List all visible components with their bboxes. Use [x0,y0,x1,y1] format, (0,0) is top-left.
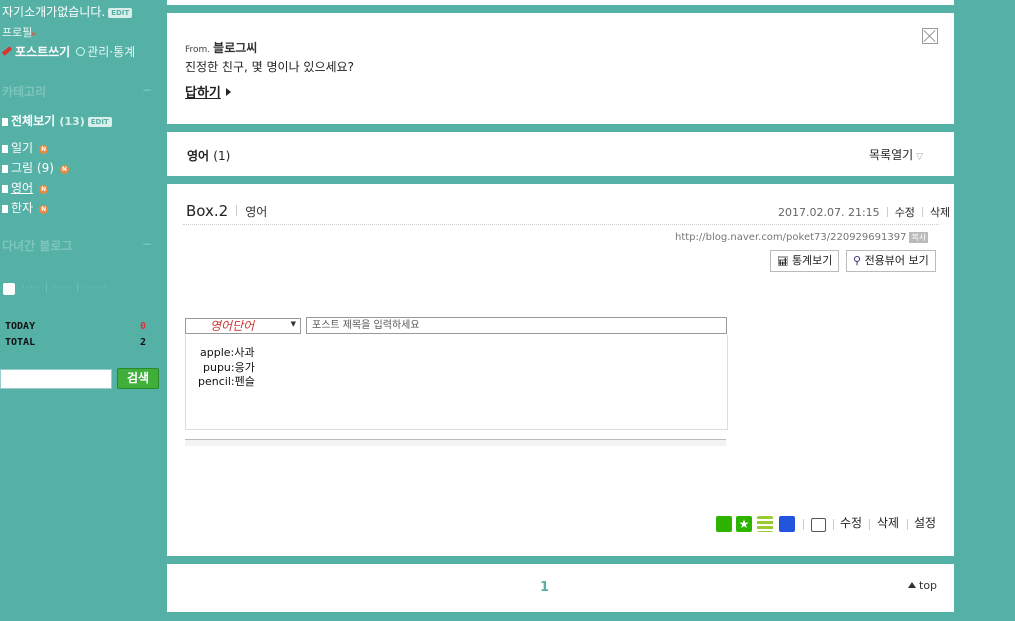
question-text: 진정한 친구, 몇 명이나 있으세요? [185,60,354,74]
list-open-button[interactable]: 목록열기 ▽ [869,146,923,163]
post-title: Box.2 영어 [186,202,268,220]
share-icon[interactable] [811,518,826,532]
visited-blogs-title[interactable]: 다녀간 블로그 − [2,237,152,254]
category-drawing[interactable]: 그림 (9) N [2,159,69,176]
copy-url-button[interactable]: 복사 [909,232,929,243]
pencil-icon [1,46,13,56]
category-select-image: 영어단어 ▼ [185,318,301,334]
gear-icon [76,47,86,56]
today-counter: TODAY 0 [5,321,147,332]
total-counter: TOTAL 2 [5,337,147,348]
post-image: 영어단어 ▼ 포스트 제목을 입력하세요 apple:사과 pupu:응가 pen… [185,316,728,447]
new-badge: N [39,185,49,194]
naver-share-icon[interactable] [716,516,732,532]
page-number[interactable]: 1 [540,580,549,595]
title-placeholder-image: 포스트 제목을 입력하세요 [306,317,727,334]
category-diary[interactable]: 일기 N [2,139,49,156]
search-button[interactable]: 검색 [117,368,159,389]
star-icon[interactable]: ★ [736,516,752,532]
post-date: 2017.02.07. 21:15 [778,206,880,219]
new-badge: N [59,165,69,174]
write-bar: 포스트쓰기 관리·통계 [1,43,135,60]
viewer-button[interactable]: ⚲ 전용뷰어 보기 [846,250,936,272]
band-icon[interactable] [779,516,795,532]
bar-chart-icon: 📊︎ [777,257,789,267]
footer-settings-link[interactable]: 설정 [914,514,936,531]
close-icon[interactable] [922,28,938,44]
editor-footer-image [185,439,726,446]
category-hanja[interactable]: 한자 N [2,199,49,216]
post-tools: ★ 수정 삭제 설정 [716,516,946,532]
search-input[interactable] [0,369,112,389]
up-arrow-icon [908,582,916,588]
editor-body-image: apple:사과 pupu:응가 pencil:펜슬 [185,335,728,430]
play-arrow-icon [225,88,231,96]
document-icon [2,118,8,126]
category-section-title[interactable]: 카테고리 − [2,83,152,100]
arrow-icon: ▸ [32,29,37,38]
chevron-down-icon: ▽ [916,152,924,162]
post-url: http://blog.naver.com/poket73/2209296913… [675,232,929,243]
pagination-panel: 1 top [167,564,954,612]
new-badge: N [39,205,49,214]
editor-line: pencil:펜슬 [198,375,255,388]
category-edit-badge[interactable]: EDIT [87,116,112,127]
question-card: From. 블로그씨 진정한 친구, 몇 명이나 있으세요? 답하기 [167,13,954,124]
rss-icon[interactable] [3,283,15,295]
stats-button[interactable]: 📊︎ 통계보기 [770,250,840,272]
memo-icon[interactable] [757,516,773,532]
question-from: From. 블로그씨 [185,41,258,55]
collapse-icon[interactable]: − [142,237,152,251]
previous-panel-edge [167,0,954,5]
rss-links[interactable]: ····· | ····· | ······ [22,283,107,293]
blog-intro: 자기소개가없습니다. EDIT [2,3,133,20]
collapse-icon[interactable]: − [142,83,152,97]
document-icon [2,145,8,153]
editor-line: apple:사과 [200,346,255,359]
sidebar: 자기소개가없습니다. EDIT 프로필▸ 포스트쓰기 관리·통계 카테고리 − 전체보… [0,0,165,621]
new-badge: N [39,145,49,154]
divider [183,224,939,225]
search-icon: ⚲ [853,254,862,267]
category-name: 영어 (1) [187,149,231,163]
footer-delete-link[interactable]: 삭제 [877,514,899,531]
dropdown-arrow-icon: ▼ [290,320,296,328]
category-bar: 영어 (1) 목록열기 ▽ [167,132,954,176]
post-category-link[interactable]: 영어 [245,205,267,219]
document-icon [2,165,8,173]
intro-edit-badge[interactable]: EDIT [108,7,133,18]
top-link[interactable]: top [908,579,937,592]
footer-edit-link[interactable]: 수정 [840,514,862,531]
admin-stats-link[interactable]: 관리·통계 [76,45,135,59]
document-icon [2,205,8,213]
post-delete-link[interactable]: 삭제 [930,206,950,219]
reply-link[interactable]: 답하기 [185,82,231,101]
post-meta: 2017.02.07. 21:15 수정 삭제 [778,204,950,220]
handwriting-text: 영어단어 [210,319,255,333]
category-english[interactable]: 영어 N [2,179,49,196]
document-icon [2,185,8,193]
post-edit-link[interactable]: 수정 [895,206,915,219]
write-post-link[interactable]: 포스트쓰기 [15,45,70,59]
profile-link[interactable]: 프로필▸ [2,24,36,40]
post-panel: Box.2 영어 2017.02.07. 21:15 수정 삭제 http://blo… [167,184,954,556]
category-all[interactable]: 전체보기 (13) EDIT [2,112,112,129]
